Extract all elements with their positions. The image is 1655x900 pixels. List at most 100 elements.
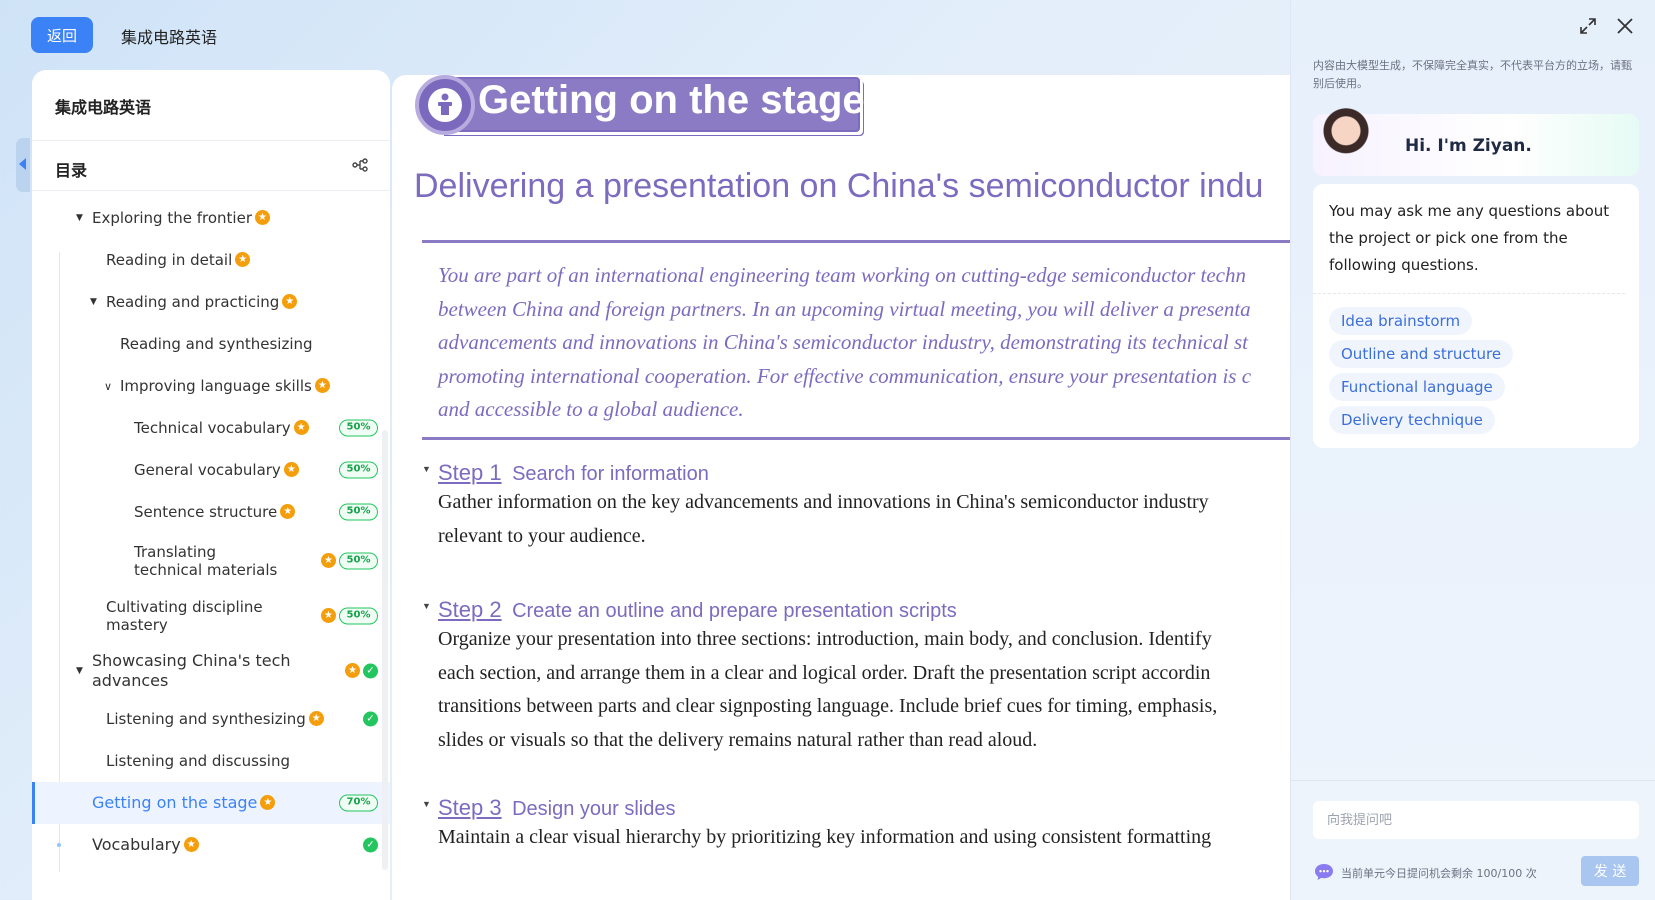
toc-item-label: Showcasing China's tech advances — [92, 650, 291, 690]
send-button[interactable]: 发 送 — [1581, 856, 1639, 886]
toc-item-listening-and-discussing[interactable]: Listening and discussing — [32, 740, 390, 782]
step-1: ▼ Step 1 Search for information Gather i… — [422, 460, 1290, 553]
scenario-line: You are part of an international enginee… — [438, 263, 1247, 287]
step-number-link[interactable]: Step 2 — [438, 597, 502, 622]
step-title: Create an outline and prepare presentati… — [512, 600, 957, 622]
question-card: You may ask me any questions about the p… — [1313, 184, 1639, 448]
toc-item-label: Vocabulary — [92, 835, 181, 854]
toc-item-reading-and-synthesizing[interactable]: Reading and synthesizing — [32, 323, 390, 365]
greeting-card: Hi. I'm Ziyan. — [1313, 108, 1639, 176]
sidebar: 集成电路英语 目录 ▼ Exploring the frontier ★ Read… — [32, 70, 390, 900]
star-icon: ★ — [254, 209, 270, 225]
progress-badge: 70% — [339, 794, 378, 812]
step-2: ▼ Step 2 Create an outline and prepare p… — [422, 597, 1290, 757]
star-icon: ★ — [345, 663, 360, 678]
toc-item-vocabulary[interactable]: Vocabulary ★ ✓ — [32, 824, 390, 866]
step-number-link[interactable]: Step 1 — [438, 460, 502, 485]
toc-label: 目录 — [55, 161, 88, 180]
step-title: Design your slides — [512, 798, 676, 820]
progress-badge: 50% — [339, 552, 378, 569]
caret-down-icon[interactable]: ▼ — [76, 666, 83, 676]
step-body-line: transitions between parts and clear sign… — [438, 695, 1218, 717]
toc-item-exploring-the-frontier[interactable]: ▼ Exploring the frontier ★ — [32, 197, 390, 239]
check-icon: ✓ — [363, 837, 378, 853]
step-heading: ▼ Step 1 Search for information — [422, 460, 1290, 486]
star-icon: ★ — [321, 608, 336, 623]
caret-down-icon[interactable]: ▼ — [90, 297, 97, 307]
star-icon: ★ — [293, 419, 309, 435]
close-icon[interactable] — [1616, 17, 1634, 35]
toc-item-listening-and-synthesizing[interactable]: Listening and synthesizing ★ ✓ — [32, 698, 390, 740]
chat-input-area: 当前单元今日提问机会剩余 100/100 次 发 送 — [1291, 780, 1655, 900]
star-icon: ★ — [308, 710, 324, 726]
scenario-box: You are part of an international enginee… — [422, 240, 1290, 440]
question-chip-idea-brainstorm[interactable]: Idea brainstorm — [1329, 307, 1473, 335]
star-icon: ★ — [183, 836, 199, 852]
toc-item-label: Cultivating discipline mastery — [106, 597, 263, 634]
mindmap-icon[interactable] — [352, 158, 368, 172]
check-icon: ✓ — [363, 663, 378, 678]
toc-item-improving-language-skills[interactable]: ∨ Improving language skills ★ — [32, 365, 390, 407]
sidebar-collapse-handle[interactable] — [16, 138, 30, 192]
step-body-line: each section, and arrange them in a clea… — [438, 661, 1211, 684]
question-quota: 当前单元今日提问机会剩余 100/100 次 — [1341, 867, 1537, 880]
scenario-line: advancements and innovations in China's … — [438, 330, 1249, 354]
step-heading: ▼ Step 2 Create an outline and prepare p… — [422, 597, 1290, 623]
scenario-line: between China and foreign partners. In a… — [438, 296, 1251, 321]
star-icon: ★ — [235, 251, 251, 267]
question-chip-delivery-technique[interactable]: Delivery technique — [1329, 406, 1495, 434]
star-icon: ★ — [321, 553, 336, 568]
sidebar-scrollbar[interactable] — [382, 430, 388, 870]
step-body: Gather information on the key advancemen… — [422, 486, 1290, 553]
toc-item-reading-and-practicing[interactable]: ▼ Reading and practicing ★ — [32, 281, 390, 323]
toc-item-label: Listening and discussing — [106, 752, 290, 770]
toc-item-technical-vocabulary[interactable]: Technical vocabulary ★ 50% — [32, 407, 390, 449]
step-body-line: Organize your presentation into three se… — [438, 628, 1212, 650]
chevron-down-icon[interactable]: ∨ — [104, 380, 112, 393]
progress-badge: 50% — [339, 419, 378, 437]
star-icon: ★ — [283, 461, 299, 477]
section-title: Getting on the stage — [478, 78, 865, 122]
star-icon: ★ — [314, 377, 330, 393]
step-body-line: Maintain a clear visual hierarchy by pri… — [438, 826, 1212, 848]
toc-item-reading-in-detail[interactable]: Reading in detail ★ — [32, 239, 390, 281]
toc-item-showcasing-chinas-tech-advances[interactable]: ▼ Showcasing China's tech advances ★ ✓ — [32, 643, 390, 698]
step-title: Search for information — [512, 463, 709, 485]
toc-item-getting-on-the-stage[interactable]: Getting on the stage ★ 70% — [32, 782, 390, 824]
scenario-line: promoting international cooperation. For… — [438, 363, 1252, 388]
question-chip-outline-and-structure[interactable]: Outline and structure — [1329, 340, 1514, 368]
toc-item-sentence-structure[interactable]: Sentence structure ★ 50% — [32, 491, 390, 533]
toc-item-label: Reading and practicing — [106, 293, 280, 311]
podium-glyph — [438, 93, 452, 115]
podium-icon — [415, 75, 475, 135]
step-body: Organize your presentation into three se… — [422, 623, 1290, 757]
progress-badge: 50% — [339, 503, 378, 521]
toc-item-label: Exploring the frontier — [92, 209, 252, 227]
step-body: Maintain a clear visual hierarchy by pri… — [422, 821, 1290, 855]
star-icon: ★ — [282, 293, 298, 309]
caret-down-icon[interactable]: ▼ — [76, 213, 83, 223]
step-number-link[interactable]: Step 3 — [438, 795, 502, 820]
step-body-line: relevant to your audience. — [438, 524, 646, 547]
toc-item-label: Reading in detail — [106, 251, 233, 269]
question-chip-functional-language[interactable]: Functional language — [1329, 373, 1505, 401]
toc-list: ▼ Exploring the frontier ★ Reading in det… — [32, 191, 390, 866]
toc-item-translating-technical-materials[interactable]: Translating technical materials ★ 50% — [32, 533, 390, 588]
toc-item-label: General vocabulary — [134, 461, 281, 479]
book-title: 集成电路英语 — [32, 70, 390, 141]
toc-item-label: Listening and synthesizing — [106, 710, 306, 728]
toc-item-cultivating-discipline-mastery[interactable]: Cultivating discipline mastery ★ 50% — [32, 588, 390, 643]
page-subtitle: Delivering a presentation on China's sem… — [414, 167, 1264, 205]
avatar — [1321, 108, 1371, 168]
toc-item-general-vocabulary[interactable]: General vocabulary ★ 50% — [32, 449, 390, 491]
back-button[interactable]: 返回 — [31, 17, 93, 53]
bullet-icon: ▼ — [422, 601, 431, 611]
toc-item-label: Getting on the stage — [92, 793, 258, 812]
bullet-icon: ▼ — [422, 799, 431, 809]
expand-icon[interactable] — [1579, 17, 1597, 35]
main-content: Getting on the stage Delivering a presen… — [392, 75, 1290, 900]
greeting-text: Hi. I'm Ziyan. — [1405, 136, 1532, 156]
ask-input[interactable] — [1313, 801, 1639, 839]
step-3: ▼ Step 3 Design your slides Maintain a c… — [422, 795, 1290, 855]
question-intro: You may ask me any questions about the p… — [1313, 184, 1625, 294]
